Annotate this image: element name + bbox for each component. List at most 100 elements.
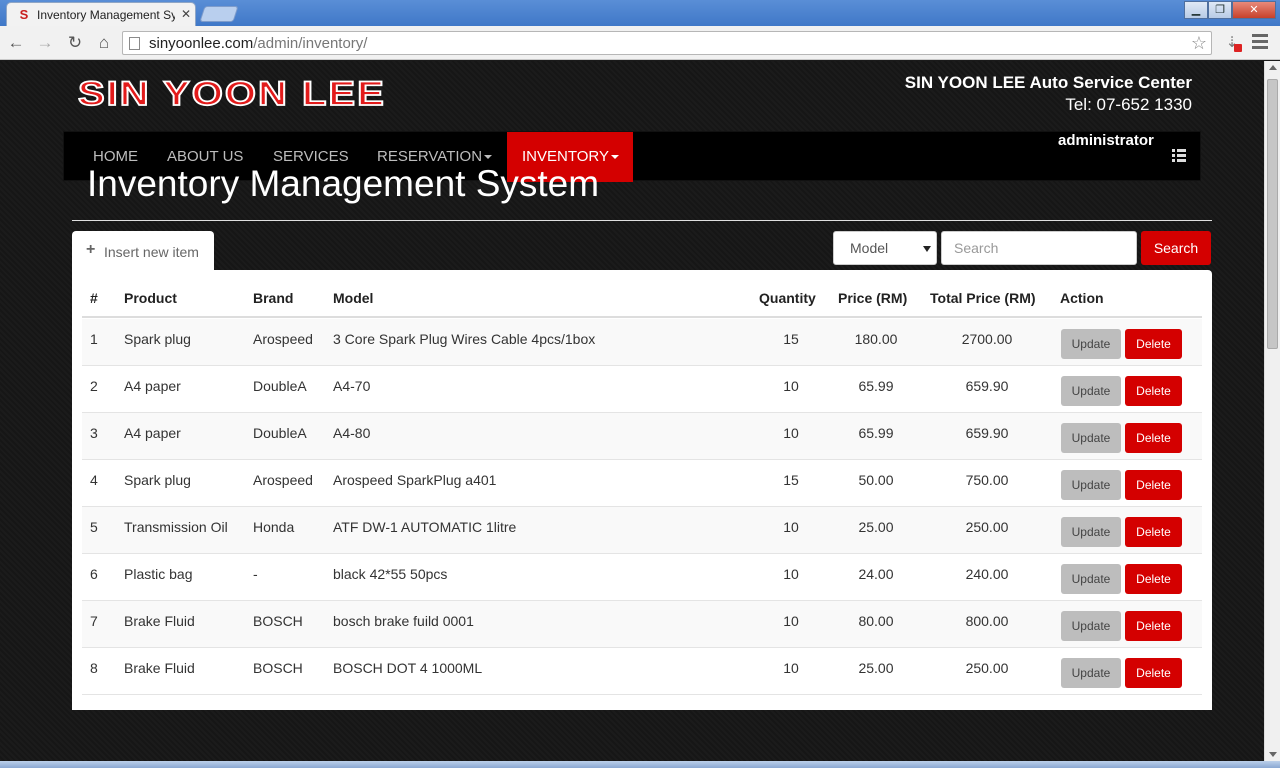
dropdown-arrow-icon: [923, 246, 931, 252]
caret-down-icon: [484, 155, 493, 160]
inventory-table-panel: # Product Brand Model Quantity Price (RM…: [72, 270, 1212, 710]
cell-product: Plastic bag: [124, 566, 193, 582]
cell-product: A4 paper: [124, 378, 181, 394]
cell-product: Brake Fluid: [124, 613, 195, 629]
browser-titlebar: S Inventory Management System ✕ ▁ ❐ ✕: [0, 0, 1280, 26]
delete-button[interactable]: Delete: [1125, 376, 1182, 406]
search-input[interactable]: [941, 231, 1137, 265]
home-icon[interactable]: ⌂: [93, 32, 115, 54]
cell-quantity: 15: [783, 472, 799, 488]
update-button[interactable]: Update: [1061, 658, 1121, 688]
table-row: 8 Brake Fluid BOSCH BOSCH DOT 4 1000ML 10 25.…: [82, 648, 1202, 695]
cell-quantity: 10: [783, 566, 799, 582]
delete-button[interactable]: Delete: [1125, 329, 1182, 359]
cell-number: 1: [90, 331, 98, 347]
update-button[interactable]: Update: [1061, 470, 1121, 500]
delete-button[interactable]: Delete: [1125, 611, 1182, 641]
new-tab-button[interactable]: [199, 6, 239, 22]
extension-badge: [1234, 44, 1242, 52]
table-row: 1 Spark plug Arospeed 3 Core Spark Plug Wir…: [82, 319, 1202, 366]
cell-brand: -: [253, 566, 258, 582]
update-button[interactable]: Update: [1061, 564, 1121, 594]
cell-total-price: 800.00: [965, 613, 1009, 629]
os-taskbar: [0, 761, 1280, 768]
update-button[interactable]: Update: [1061, 376, 1121, 406]
col-header-model: Model: [333, 290, 374, 306]
update-button[interactable]: Update: [1061, 517, 1121, 547]
delete-button[interactable]: Delete: [1125, 423, 1182, 453]
browser-tab-active[interactable]: S Inventory Management System ✕: [6, 2, 196, 26]
page-icon: [129, 37, 140, 50]
address-bar[interactable]: sinyoonlee.com/admin/inventory/ ☆: [122, 31, 1212, 55]
cell-price: 80.00: [858, 613, 894, 629]
company-tel: Tel: 07-652 1330: [1065, 95, 1192, 114]
browser-toolbar: ← → ↻ ⌂ sinyoonlee.com/admin/inventory/ …: [0, 26, 1280, 60]
cell-quantity: 10: [783, 378, 799, 394]
col-header-brand: Brand: [253, 290, 294, 306]
table-row: 2 A4 paper DoubleA A4-70 10 65.99 659.90 Update…: [82, 366, 1202, 413]
cell-model: Arospeed SparkPlug a401: [333, 472, 497, 488]
cell-brand: DoubleA: [253, 425, 307, 441]
site-logo[interactable]: SIN YOON LEE: [77, 76, 386, 112]
cell-number: 5: [90, 519, 98, 535]
cell-brand: DoubleA: [253, 378, 307, 394]
col-header-price: Price (RM): [838, 290, 908, 306]
insert-new-item-tab[interactable]: + Insert new item: [72, 231, 214, 271]
cell-total-price: 250.00: [965, 519, 1009, 535]
bookmark-star-icon[interactable]: ☆: [1191, 33, 1207, 53]
cell-model: BOSCH DOT 4 1000ML: [333, 660, 483, 676]
cell-price: 25.00: [858, 660, 894, 676]
caret-down-icon: [610, 155, 619, 160]
title-divider: [72, 220, 1212, 221]
delete-button[interactable]: Delete: [1125, 517, 1182, 547]
delete-button[interactable]: Delete: [1125, 470, 1182, 500]
update-button[interactable]: Update: [1061, 611, 1121, 641]
cell-quantity: 10: [783, 613, 799, 629]
page-scrollbar[interactable]: [1264, 61, 1280, 761]
list-menu-icon[interactable]: [1172, 149, 1186, 163]
table-row: 4 Spark plug Arospeed Arospeed SparkPlug a4…: [82, 460, 1202, 507]
cell-total-price: 250.00: [965, 660, 1009, 676]
cell-quantity: 10: [783, 660, 799, 676]
cell-model: black 42*55 50pcs: [333, 566, 448, 582]
cell-model: 3 Core Spark Plug Wires Cable 4pcs/1box: [333, 331, 596, 347]
table-row: 6 Plastic bag - black 42*55 50pcs 10 24.00 240…: [82, 554, 1202, 601]
page-title: Inventory Management System: [87, 163, 600, 204]
window-maximize-button[interactable]: ❐: [1208, 1, 1232, 19]
delete-button[interactable]: Delete: [1125, 564, 1182, 594]
table-row: 7 Brake Fluid BOSCH bosch brake fuild 0001 1…: [82, 601, 1202, 648]
header-divider: [82, 316, 1202, 318]
delete-button[interactable]: Delete: [1125, 658, 1182, 688]
col-header-quantity: Quantity: [759, 290, 816, 306]
cell-number: 6: [90, 566, 98, 582]
cell-brand: BOSCH: [253, 613, 303, 629]
update-button[interactable]: Update: [1061, 329, 1121, 359]
search-button[interactable]: Search: [1141, 231, 1211, 265]
update-button[interactable]: Update: [1061, 423, 1121, 453]
cell-model: bosch brake fuild 0001: [333, 613, 474, 629]
scroll-up-arrow-icon[interactable]: [1269, 65, 1277, 70]
tab-title: Inventory Management System: [37, 8, 175, 22]
forward-arrow-icon[interactable]: →: [34, 32, 56, 54]
reload-icon[interactable]: ↻: [64, 32, 86, 54]
cell-price: 25.00: [858, 519, 894, 535]
browser-menu-icon[interactable]: [1252, 34, 1268, 50]
cell-model: ATF DW-1 AUTOMATIC 1litre: [333, 519, 517, 535]
cell-brand: Honda: [253, 519, 295, 535]
company-name: SIN YOON LEE Auto Service Center: [904, 73, 1192, 92]
cell-quantity: 15: [783, 331, 799, 347]
cell-price: 65.99: [858, 425, 894, 441]
window-minimize-button[interactable]: ▁: [1184, 1, 1208, 19]
back-arrow-icon[interactable]: ←: [5, 32, 27, 54]
cell-quantity: 10: [783, 425, 799, 441]
scrollbar-thumb[interactable]: [1267, 79, 1278, 349]
scroll-down-arrow-icon[interactable]: [1269, 752, 1277, 757]
search-filter-select[interactable]: Model: [833, 231, 937, 265]
cell-number: 4: [90, 472, 98, 488]
site-favicon-icon: S: [19, 7, 29, 22]
window-close-button[interactable]: ✕: [1232, 1, 1276, 19]
cell-quantity: 10: [783, 519, 799, 535]
nav-user[interactable]: administrator: [1058, 132, 1154, 182]
tab-close-icon[interactable]: ✕: [179, 7, 193, 21]
cell-number: 7: [90, 613, 98, 629]
